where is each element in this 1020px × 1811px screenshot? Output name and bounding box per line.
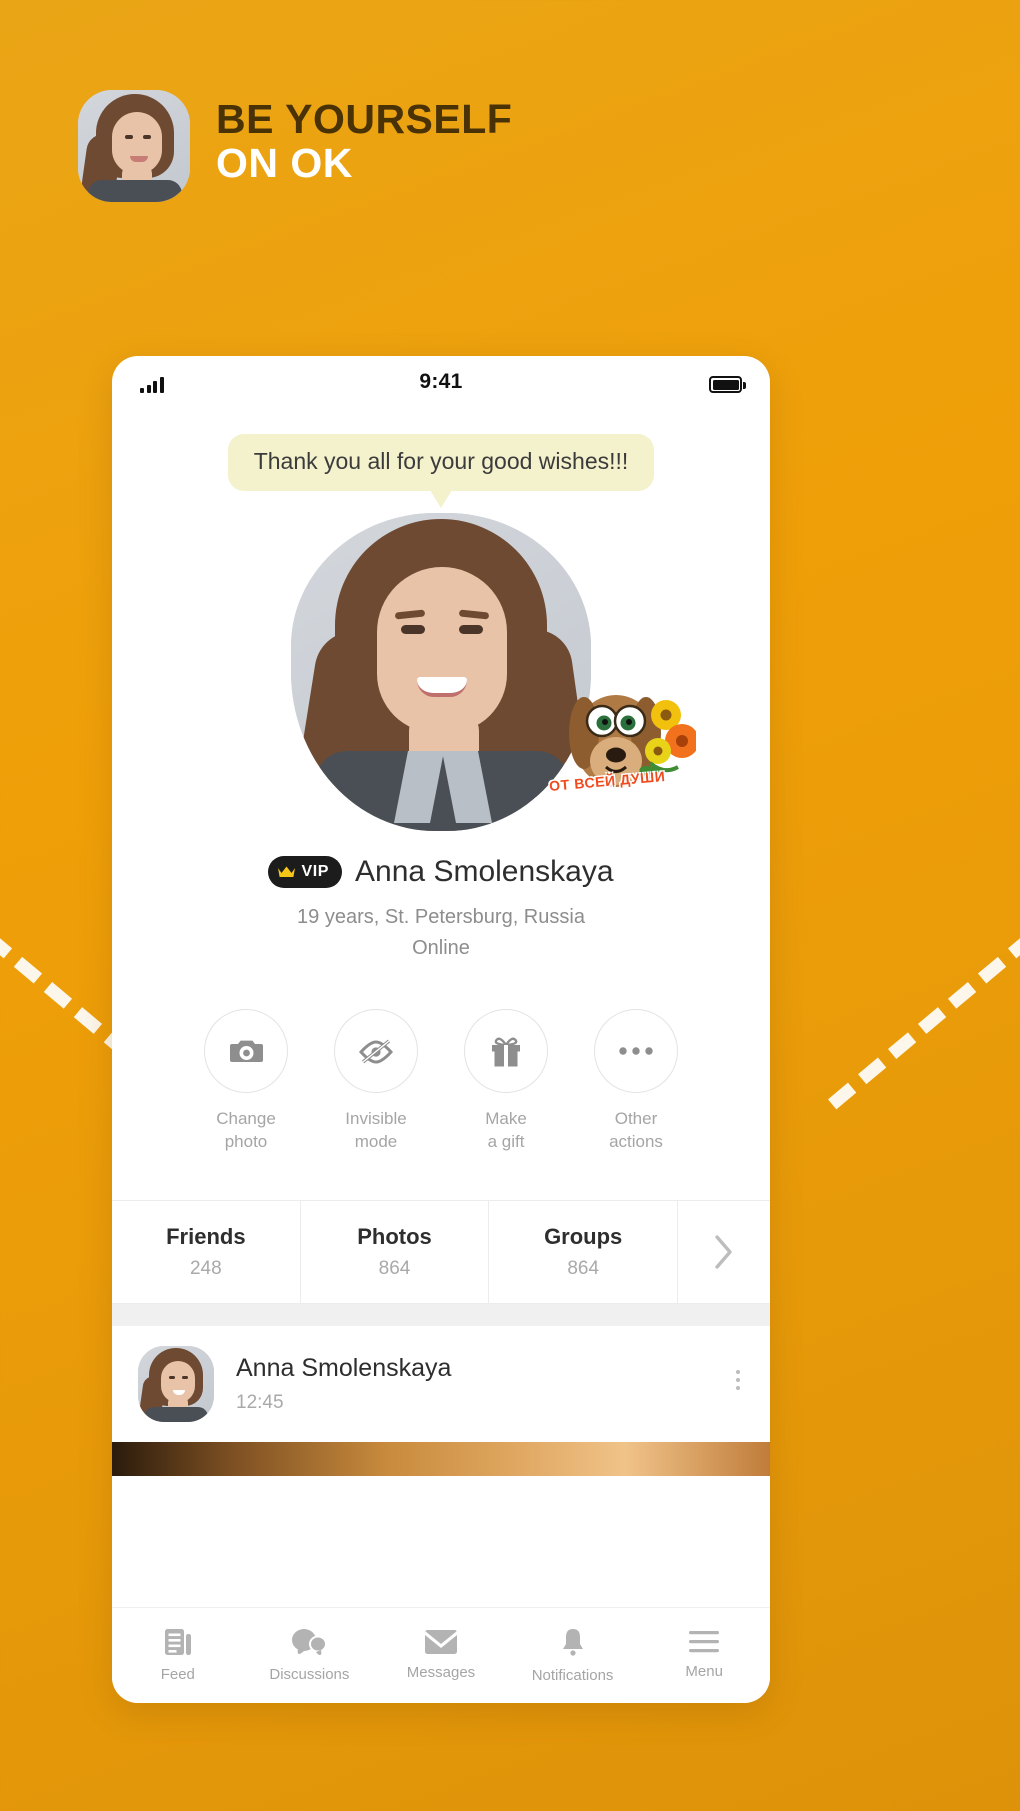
action-invisible-mode-circle [334,1009,418,1093]
action-other-actions-label: Other actions [609,1109,663,1152]
decorative-dash-right [828,906,1020,1110]
stat-groups-label: Groups [544,1223,623,1249]
nav-item-notifications-label: Notifications [531,1666,614,1684]
stat-photos-label: Photos [357,1223,432,1249]
feed-author: Anna Smolenskaya [236,1353,452,1382]
section-divider [112,1303,770,1326]
status-bar: 9:41 [112,356,770,412]
battery-full-icon [709,376,746,393]
gift-icon [492,1037,520,1066]
ellipsis-icon [619,1047,653,1055]
header-avatar [78,90,190,202]
action-change-photo-circle [204,1009,288,1093]
status-badge-label: VIP [301,863,330,880]
hamburger-icon [689,1631,720,1653]
action-make-a-gift[interactable]: Make a gift [460,1009,552,1154]
stats-more-button[interactable] [678,1201,770,1303]
stat-photos[interactable]: Photos 864 [301,1200,490,1303]
promo-header: BE YOURSELF ON OK [78,90,512,202]
action-make-a-gift-circle [464,1009,548,1093]
stat-groups-value: 864 [567,1257,600,1279]
status-bar-time: 9:41 [419,370,463,393]
stat-friends-label: Friends [166,1223,246,1249]
action-change-photo[interactable]: Change photo [200,1009,292,1154]
profile-actions: Change photo Invisible mode Make a gift … [112,1009,770,1154]
camera-icon [229,1040,263,1062]
status-bubble-wrap: Thank you all for your good wishes!!! [112,434,770,508]
profile-name-row: VIP Anna Smolenskaya [112,855,770,889]
status-bubble[interactable]: Thank you all for your good wishes!!! [227,434,655,508]
action-make-a-gift-label: Make a gift [485,1109,527,1152]
profile-stats: Friends 248 Photos 864 Groups 864 [112,1199,770,1304]
page-title: Anna Smolenskaya [355,855,614,888]
list-item[interactable]: Anna Smolenskaya 12:45 [112,1326,770,1442]
action-invisible-mode[interactable]: Invisible mode [330,1009,422,1154]
feed-icon [164,1629,191,1655]
action-other-actions-circle [594,1009,678,1093]
profile-scroll-area: Thank you all for your good wishes!!! ОТ… [112,412,770,1607]
profile-meta: 19 years, St. Petersburg, Russia Online [112,902,770,964]
promo-headline-line1: BE YOURSELF [216,96,513,143]
envelope-icon [424,1630,457,1654]
kebab-menu-icon[interactable] [736,1369,740,1390]
discussions-icon [292,1629,327,1655]
feed-avatar [138,1345,214,1422]
nav-item-menu[interactable]: Menu [638,1608,770,1703]
eye-slash-icon [359,1039,393,1064]
promo-headline-line2: ON OK [216,139,353,186]
nav-item-messages[interactable]: Messages [375,1608,507,1703]
phone-mockup: 9:41 Thank you all for your good wishes!… [112,356,770,1703]
chevron-right-icon [714,1235,732,1269]
feed-time: 12:45 [236,1391,284,1413]
stat-photos-value: 864 [378,1257,411,1279]
action-other-actions[interactable]: Other actions [590,1009,682,1154]
bell-icon [562,1628,583,1656]
crown-icon [278,866,296,877]
stat-groups[interactable]: Groups 864 [489,1200,679,1303]
bottom-navigation: Feed Discussions Messages Notifications … [112,1607,770,1703]
stat-friends-value: 248 [189,1257,222,1279]
nav-item-discussions-label: Discussions [269,1666,350,1683]
profile-location: 19 years, St. Petersburg, Russia [297,906,585,928]
action-invisible-mode-label: Invisible mode [345,1109,407,1152]
profile-photo-wrap: ОТ ВСЕЙ ДУШИ [112,513,770,831]
profile-online-status: Online [412,937,470,959]
action-change-photo-label: Change photo [216,1109,276,1152]
nav-item-messages-label: Messages [406,1664,476,1681]
stat-friends[interactable]: Friends 248 [112,1200,301,1303]
feed-post-image[interactable] [112,1441,770,1476]
nav-item-feed-label: Feed [160,1666,195,1683]
nav-item-feed[interactable]: Feed [112,1608,244,1703]
status-badge[interactable]: VIP [268,856,343,888]
nav-item-menu-label: Menu [685,1663,723,1680]
nav-item-discussions[interactable]: Discussions [244,1608,376,1703]
nav-item-notifications[interactable]: Notifications [507,1608,639,1703]
